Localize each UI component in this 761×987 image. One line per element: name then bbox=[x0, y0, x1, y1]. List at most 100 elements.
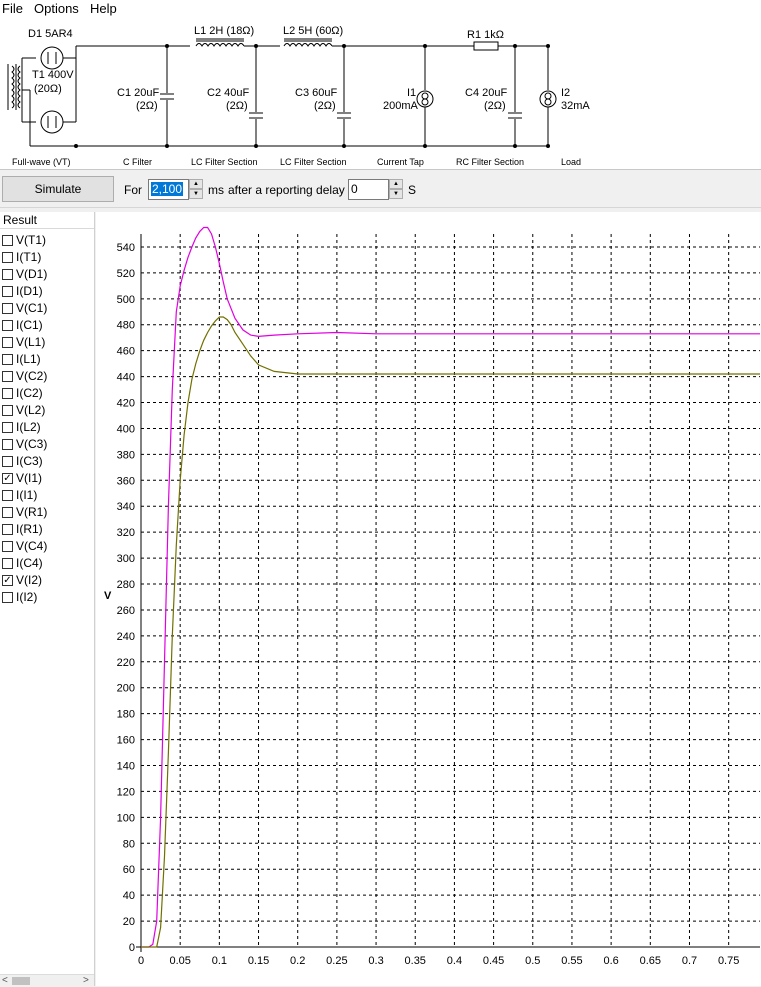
spin-up-icon[interactable]: ▲ bbox=[189, 179, 203, 189]
delay-spinner[interactable]: ▲ ▼ bbox=[389, 179, 403, 200]
result-checkbox[interactable]: ✓ bbox=[2, 473, 13, 484]
result-item[interactable]: I(T1) bbox=[1, 249, 93, 266]
y-tick-label: 360 bbox=[117, 475, 135, 487]
result-checkbox[interactable] bbox=[2, 456, 13, 467]
spin-up-icon[interactable]: ▲ bbox=[389, 179, 403, 189]
result-checkbox[interactable] bbox=[2, 354, 13, 365]
simulate-button[interactable]: Simulate bbox=[2, 176, 114, 202]
spin-down-icon[interactable]: ▼ bbox=[389, 189, 403, 199]
result-item[interactable]: I(C4) bbox=[1, 555, 93, 572]
result-item[interactable]: V(C1) bbox=[1, 300, 93, 317]
result-item[interactable]: V(R1) bbox=[1, 504, 93, 521]
result-item[interactable]: I(L2) bbox=[1, 419, 93, 436]
section-load: Load bbox=[561, 157, 581, 167]
result-item[interactable]: V(L1) bbox=[1, 334, 93, 351]
result-checkbox[interactable] bbox=[2, 422, 13, 433]
menu-file[interactable]: File bbox=[0, 1, 25, 16]
result-checkbox[interactable] bbox=[2, 303, 13, 314]
delay-input[interactable]: 0 bbox=[348, 179, 389, 200]
y-tick-label: 540 bbox=[117, 242, 135, 254]
result-label: I(C1) bbox=[16, 318, 43, 332]
result-checkbox[interactable] bbox=[2, 439, 13, 450]
result-checkbox[interactable] bbox=[2, 320, 13, 331]
result-checkbox[interactable] bbox=[2, 286, 13, 297]
section-lc-filter-1: LC Filter Section bbox=[191, 157, 258, 167]
duration-spinner[interactable]: ▲ ▼ bbox=[189, 179, 203, 200]
menu-help[interactable]: Help bbox=[88, 1, 119, 16]
x-tick-label: 0.35 bbox=[405, 955, 426, 967]
menu-options[interactable]: Options bbox=[32, 1, 81, 16]
result-checkbox[interactable] bbox=[2, 252, 13, 263]
y-tick-label: 80 bbox=[123, 838, 135, 850]
result-label: I(C3) bbox=[16, 454, 43, 468]
duration-value: 2,100 bbox=[151, 182, 184, 196]
result-item[interactable]: V(C3) bbox=[1, 436, 93, 453]
horizontal-scrollbar[interactable]: < > bbox=[0, 974, 94, 986]
seconds-label: S bbox=[408, 183, 417, 197]
series-line-1 bbox=[141, 316, 760, 948]
result-checkbox[interactable] bbox=[2, 269, 13, 280]
section-current-tap: Current Tap bbox=[377, 157, 424, 167]
scroll-thumb[interactable] bbox=[12, 977, 30, 985]
x-tick-label: 0.15 bbox=[248, 955, 269, 967]
result-checkbox[interactable] bbox=[2, 490, 13, 501]
result-checkbox[interactable] bbox=[2, 507, 13, 518]
result-item[interactable]: I(C3) bbox=[1, 453, 93, 470]
c4-label: C4 20uF bbox=[465, 87, 507, 99]
result-item[interactable]: I(C1) bbox=[1, 317, 93, 334]
result-checkbox[interactable] bbox=[2, 235, 13, 246]
result-checkbox[interactable] bbox=[2, 541, 13, 552]
y-tick-label: 240 bbox=[117, 631, 135, 643]
result-item[interactable]: V(T1) bbox=[1, 232, 93, 249]
x-tick-label: 0.5 bbox=[525, 955, 540, 967]
x-tick-label: 0.25 bbox=[326, 955, 347, 967]
scroll-right-icon[interactable]: > bbox=[83, 975, 89, 987]
result-item[interactable]: I(D1) bbox=[1, 283, 93, 300]
l1-label: L1 2H (18Ω) bbox=[194, 25, 254, 37]
delay-label: after a reporting delay of bbox=[228, 183, 359, 197]
result-item[interactable]: I(R1) bbox=[1, 521, 93, 538]
result-item[interactable]: I(I2) bbox=[1, 589, 93, 606]
result-checkbox[interactable] bbox=[2, 592, 13, 603]
result-item[interactable]: ✓ V(I2) bbox=[1, 572, 93, 589]
result-item[interactable]: I(L1) bbox=[1, 351, 93, 368]
result-item[interactable]: I(I1) bbox=[1, 487, 93, 504]
y-tick-label: 340 bbox=[117, 501, 135, 513]
result-item[interactable]: V(L2) bbox=[1, 402, 93, 419]
result-checkbox[interactable] bbox=[2, 558, 13, 569]
y-tick-label: 0 bbox=[129, 942, 135, 954]
result-item[interactable]: V(D1) bbox=[1, 266, 93, 283]
result-item[interactable]: I(C2) bbox=[1, 385, 93, 402]
result-item[interactable]: ✓ V(I1) bbox=[1, 470, 93, 487]
result-checkbox[interactable]: ✓ bbox=[2, 575, 13, 586]
y-tick-label: 320 bbox=[117, 527, 135, 539]
section-c-filter: C Filter bbox=[123, 157, 152, 167]
c3-label: C3 60uF bbox=[295, 87, 337, 99]
y-tick-label: 420 bbox=[117, 398, 135, 410]
result-checkbox[interactable] bbox=[2, 337, 13, 348]
result-checkbox[interactable] bbox=[2, 371, 13, 382]
y-tick-label: 380 bbox=[117, 449, 135, 461]
result-checkbox[interactable] bbox=[2, 524, 13, 535]
x-tick-label: 0.2 bbox=[290, 955, 305, 967]
result-item[interactable]: V(C2) bbox=[1, 368, 93, 385]
spin-down-icon[interactable]: ▼ bbox=[189, 189, 203, 199]
result-label: V(L1) bbox=[16, 335, 46, 349]
y-tick-label: 60 bbox=[123, 864, 135, 876]
scroll-left-icon[interactable]: < bbox=[2, 975, 8, 987]
result-label: I(C4) bbox=[16, 556, 43, 570]
i2-label: I2 bbox=[561, 87, 570, 99]
x-tick-label: 0.45 bbox=[483, 955, 504, 967]
c2-label: C2 40uF bbox=[207, 87, 249, 99]
chart-panel: 0 20 40 60 80 100 120 140 160 180 200 220 240 260 280 3… bbox=[96, 212, 761, 986]
y-tick-label: 400 bbox=[117, 423, 135, 435]
result-label: I(I2) bbox=[16, 590, 38, 604]
result-checkbox[interactable] bbox=[2, 405, 13, 416]
duration-input[interactable]: 2,100 bbox=[148, 179, 189, 200]
results-header: Result bbox=[0, 212, 94, 229]
result-item[interactable]: V(C4) bbox=[1, 538, 93, 555]
x-tick-label: 0.1 bbox=[212, 955, 227, 967]
y-tick-label: 180 bbox=[117, 709, 135, 721]
result-label: V(L2) bbox=[16, 403, 46, 417]
result-checkbox[interactable] bbox=[2, 388, 13, 399]
